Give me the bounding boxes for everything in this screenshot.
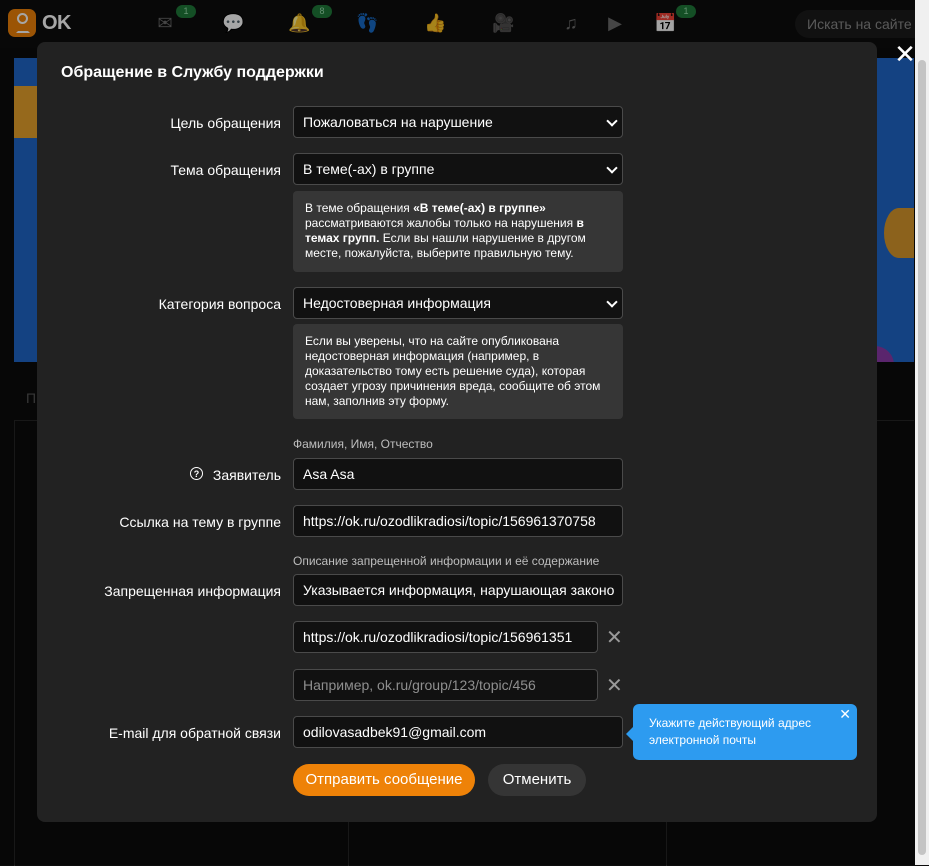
topic-link-label: Ссылка на тему в группе: [119, 514, 281, 530]
applicant-input[interactable]: Asa Asa: [293, 458, 623, 490]
category-value: Недостоверная информация: [303, 295, 491, 311]
page-scrollbar[interactable]: [915, 0, 929, 865]
close-icon[interactable]: ✕: [606, 628, 623, 648]
email-field[interactable]: odilovasadbek91@gmail.com: [293, 716, 623, 748]
forbidden-info-input[interactable]: Указывается информация, нарушающая закон…: [293, 574, 623, 606]
chevron-down-icon: [606, 115, 618, 127]
email-label: E-mail для обратной связи: [108, 725, 281, 741]
purpose-select[interactable]: Пожаловаться на нарушение: [293, 106, 623, 138]
category-label: Категория вопроса: [158, 296, 281, 312]
link-input-1[interactable]: https://ok.ru/ozodlikradiosi/topic/15696…: [293, 621, 598, 653]
applicant-hint: Фамилия, Имя, Отчество: [293, 437, 433, 451]
email-validation-tooltip: Укажите действующий адрес электронной по…: [626, 704, 857, 760]
forbidden-label: Запрещенная информация: [104, 583, 281, 599]
send-button[interactable]: Отправить сообщение: [293, 764, 475, 796]
topic-label: Тема обращения: [170, 162, 281, 178]
close-icon[interactable]: ✕: [893, 41, 917, 67]
category-select[interactable]: Недостоверная информация: [293, 287, 623, 319]
forbidden-hint: Описание запрещенной информации и её сод…: [293, 554, 600, 568]
chevron-down-icon: [606, 296, 618, 308]
purpose-value: Пожаловаться на нарушение: [303, 114, 493, 130]
topic-info-box: В теме обращения «В теме(-ах) в группе» …: [293, 191, 623, 272]
purpose-label: Цель обращения: [170, 115, 281, 131]
info-text-bold: «В теме(-ах) в группе»: [413, 201, 546, 215]
dialog-title: Обращение в Службу поддержки: [61, 64, 324, 81]
topic-value: В теме(-ах) в группе: [303, 161, 435, 177]
cancel-button[interactable]: Отменить: [488, 764, 586, 796]
help-icon[interactable]: ?: [190, 467, 203, 480]
tooltip-text: Укажите действующий адрес электронной по…: [649, 716, 811, 747]
category-info-box: Если вы уверены, что на сайте опубликова…: [293, 324, 623, 419]
info-text: рассматриваются жалобы только на нарушен…: [305, 216, 577, 230]
close-icon[interactable]: ✕: [839, 707, 851, 721]
applicant-label: Заявитель: [212, 467, 281, 483]
chevron-down-icon: [606, 162, 618, 174]
close-icon[interactable]: ✕: [606, 676, 623, 696]
topic-link-input[interactable]: https://ok.ru/ozodlikradiosi/topic/15696…: [293, 505, 623, 537]
link-input-2[interactable]: Например, ok.ru/group/123/topic/456: [293, 669, 598, 701]
info-text: В теме обращения: [305, 201, 414, 215]
topic-select[interactable]: В теме(-ах) в группе: [293, 153, 623, 185]
scrollbar-thumb[interactable]: [918, 60, 926, 855]
